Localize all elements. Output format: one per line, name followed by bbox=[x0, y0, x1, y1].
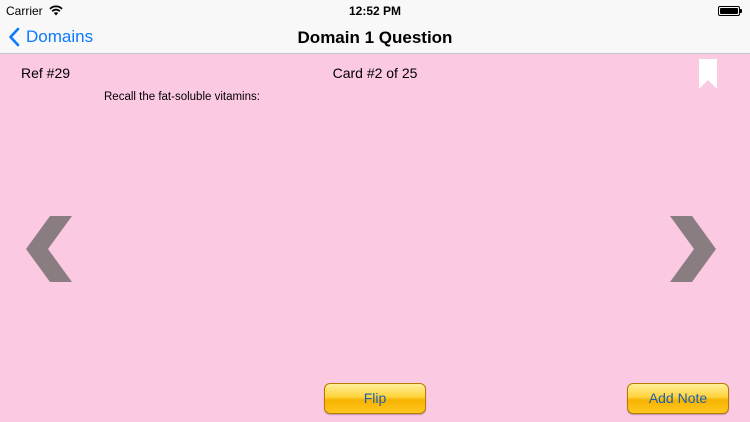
navigation-bar: Domains Domain 1 Question bbox=[0, 22, 750, 54]
card-counter: Card #2 of 25 bbox=[332, 65, 418, 81]
status-time: 12:52 PM bbox=[348, 4, 402, 18]
flip-button[interactable]: Flip bbox=[324, 383, 426, 414]
next-card-arrow-icon[interactable] bbox=[670, 216, 722, 282]
bookmark-icon[interactable] bbox=[699, 59, 717, 89]
battery-icon bbox=[718, 6, 742, 16]
add-note-button[interactable]: Add Note bbox=[627, 383, 729, 414]
question-text: Recall the fat-soluble vitamins: bbox=[104, 91, 260, 103]
page-title: Domain 1 Question bbox=[297, 28, 453, 47]
previous-card-arrow-icon[interactable] bbox=[20, 216, 72, 282]
status-bar: Carrier 12:52 PM bbox=[0, 0, 750, 22]
